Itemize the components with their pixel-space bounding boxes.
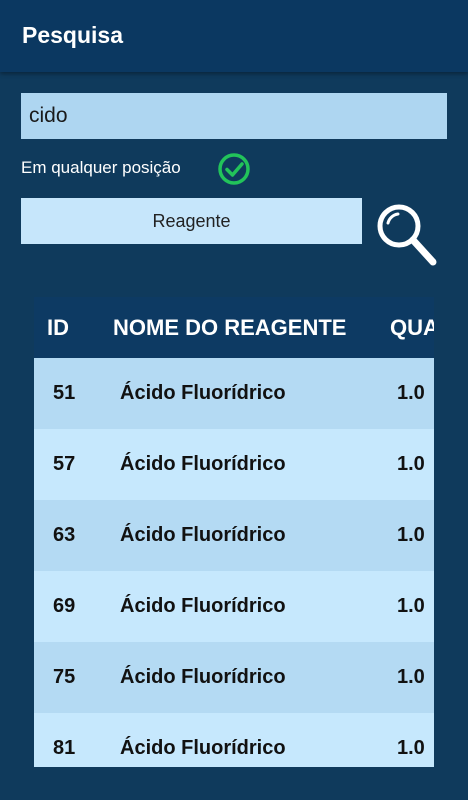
cell-id: 81 [53,737,76,759]
cell-name: Ácido Fluorídrico [120,453,286,475]
match-anywhere-option[interactable]: Em qualquer posição [21,150,261,186]
check-circle-icon[interactable] [217,152,251,186]
cell-quantity: 1.0 [397,737,425,759]
cell-id: 75 [53,666,76,688]
table-row[interactable]: 69 Ácido Fluorídrico 1.0 [34,571,434,642]
cell-quantity: 1.0 [397,453,425,475]
cell-id: 69 [53,595,76,617]
reagent-table: ID NOME DO REAGENTE QUA 51 Ácido Fluoríd… [34,297,434,767]
cell-id: 57 [53,453,76,475]
page-title: Pesquisa [22,22,123,48]
cell-quantity: 1.0 [397,524,425,546]
cell-name: Ácido Fluorídrico [120,595,286,617]
cell-name: Ácido Fluorídrico [120,737,286,759]
table-body[interactable]: 51 Ácido Fluorídrico 1.0 57 Ácido Fluorí… [34,358,434,767]
column-header-quantity[interactable]: QUA [390,315,434,341]
match-anywhere-label: Em qualquer posição [21,158,181,177]
cell-name: Ácido Fluorídrico [120,382,286,404]
column-header-name[interactable]: NOME DO REAGENTE [113,315,346,341]
table-row[interactable]: 63 Ácido Fluorídrico 1.0 [34,500,434,571]
table-row[interactable]: 51 Ácido Fluorídrico 1.0 [34,358,434,429]
table-header: ID NOME DO REAGENTE QUA [34,297,434,358]
cell-quantity: 1.0 [397,595,425,617]
cell-id: 63 [53,524,76,546]
cell-quantity: 1.0 [397,382,425,404]
table-row[interactable]: 75 Ácido Fluorídrico 1.0 [34,642,434,713]
column-header-id[interactable]: ID [47,315,69,341]
table-row[interactable]: 81 Ácido Fluorídrico 1.0 [34,713,434,767]
reagent-button[interactable]: Reagente [21,198,362,244]
cell-quantity: 1.0 [397,666,425,688]
app-bar: Pesquisa [0,0,468,72]
search-icon[interactable] [372,201,440,269]
cell-name: Ácido Fluorídrico [120,666,286,688]
cell-id: 51 [53,382,76,404]
search-input[interactable] [21,93,447,139]
table-row[interactable]: 57 Ácido Fluorídrico 1.0 [34,429,434,500]
cell-name: Ácido Fluorídrico [120,524,286,546]
